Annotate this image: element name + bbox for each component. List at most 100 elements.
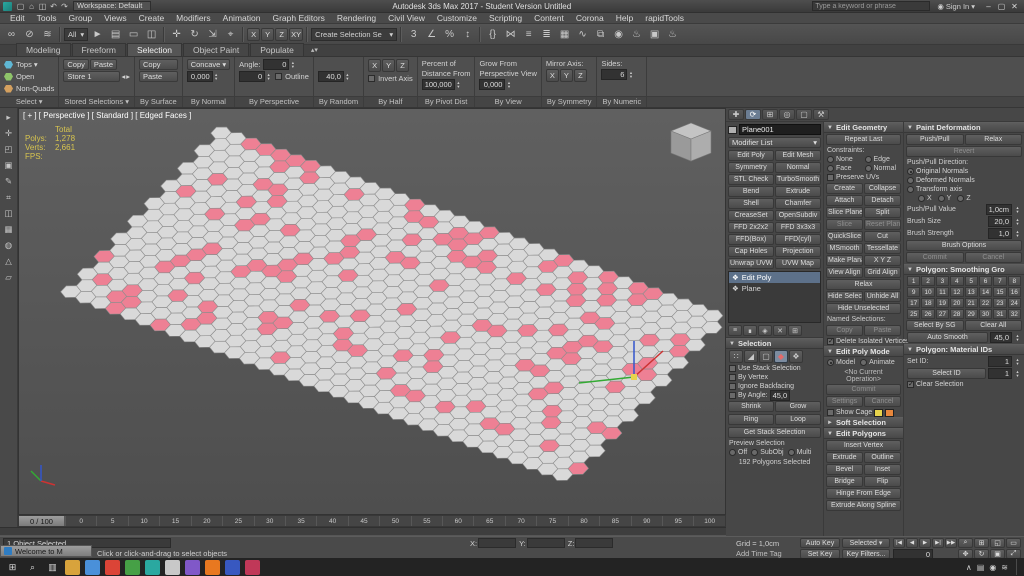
shrink-button[interactable]: Shrink xyxy=(728,401,774,412)
menu-item[interactable]: Customize xyxy=(431,13,483,23)
app-icon[interactable] xyxy=(225,559,240,575)
checkbox[interactable] xyxy=(827,174,834,181)
render-setup-icon[interactable]: ♨ xyxy=(628,26,645,43)
tray-icon[interactable]: ▤ xyxy=(977,563,985,572)
left-toolbar-icon[interactable]: ◫ xyxy=(2,207,16,220)
smoothing-group-button[interactable]: 1 xyxy=(907,276,921,286)
select-and-link-icon[interactable]: ∞ xyxy=(3,26,20,43)
edit-geometry-button[interactable]: Split xyxy=(864,207,901,218)
smoothing-group-button[interactable]: 4 xyxy=(950,276,964,286)
schematic-view-icon[interactable]: ⧉ xyxy=(592,26,609,43)
previous-frame-button[interactable]: ◀ xyxy=(906,538,918,548)
auto-key-button[interactable]: Auto Key xyxy=(800,538,840,548)
model-mode-radio[interactable]: Model xyxy=(827,358,855,367)
modifier-button[interactable]: Edit Poly xyxy=(728,150,774,161)
ribbon-panel-title[interactable]: By Random xyxy=(313,96,364,107)
smoothing-group-button[interactable]: 13 xyxy=(964,287,978,297)
smoothing-group-button[interactable]: 11 xyxy=(935,287,950,297)
selection-checkbox-row[interactable]: By Vertex xyxy=(726,373,823,382)
menu-item[interactable]: Graph Editors xyxy=(266,13,330,23)
smoothing-group-button[interactable]: 9 xyxy=(907,287,921,297)
zoom-all-icon[interactable]: ⊞ xyxy=(974,538,989,548)
undo-icon[interactable]: ↶ xyxy=(48,1,59,12)
app-icon[interactable] xyxy=(185,559,200,575)
app-icon[interactable] xyxy=(205,559,220,575)
half-axis-button[interactable]: X xyxy=(368,59,382,72)
object-color-swatch[interactable] xyxy=(728,125,737,134)
tray-icon[interactable]: ≋ xyxy=(1001,563,1008,572)
ribbon-tab[interactable]: Selection xyxy=(126,43,182,56)
go-to-start-button[interactable]: |◀ xyxy=(893,538,905,548)
clear-all-button[interactable]: Clear All xyxy=(964,320,1022,331)
smoothing-group-button[interactable]: 22 xyxy=(978,298,993,308)
minimize-button[interactable]: – xyxy=(982,1,995,12)
mirror-icon[interactable]: ⋈ xyxy=(502,26,519,43)
ribbon-panel-title[interactable]: By View xyxy=(475,96,541,107)
menu-item[interactable]: Corona xyxy=(570,13,610,23)
paint-spinner-row[interactable]: Brush Strength 1,0 ▴ ▾ xyxy=(907,228,1021,239)
insert-vertex-button[interactable]: Insert Vertex xyxy=(826,440,901,451)
left-toolbar-icon[interactable]: ◰ xyxy=(2,143,16,156)
deformed-normals-radio[interactable]: Deformed Normals xyxy=(904,176,1024,185)
modifier-button[interactable]: UVW Map xyxy=(775,258,821,269)
get-stack-selection-button[interactable]: Get Stack Selection xyxy=(728,427,821,438)
left-toolbar-icon[interactable]: ▦ xyxy=(2,223,16,236)
edit-geometry-button[interactable]: Slice Plane xyxy=(826,207,863,218)
perspective-viewport[interactable]: [ + ] [ Perspective ] [ Standard ] [ Edg… xyxy=(18,108,726,515)
smoothing-group-button[interactable]: 27 xyxy=(935,309,950,319)
select-id-button[interactable]: Select ID xyxy=(907,368,986,379)
layer-manager-icon[interactable]: ≣ xyxy=(538,26,555,43)
menu-item[interactable]: Views xyxy=(98,13,133,23)
coordinate-field[interactable]: X: xyxy=(470,538,517,548)
modifier-button[interactable]: Normal xyxy=(775,162,821,173)
set-id-spinner[interactable]: 1 xyxy=(988,356,1012,367)
zoom-extents-icon[interactable]: ◱ xyxy=(990,538,1005,548)
show-cage-row[interactable]: Show Cage xyxy=(824,408,903,417)
by-angle-row[interactable]: By Angle: 45,0 xyxy=(726,390,823,401)
zoom-icon[interactable]: ⌕ xyxy=(958,538,973,548)
checkbox[interactable] xyxy=(729,374,736,381)
start-button[interactable]: ⊞ xyxy=(5,560,20,575)
auto-smooth-spinner[interactable]: 45,0 xyxy=(990,332,1012,343)
named-selection-set-combobox[interactable]: Create Selection Se ▾ xyxy=(311,27,398,41)
align-icon[interactable]: ≡ xyxy=(520,26,537,43)
smoothing-group-button[interactable]: 2 xyxy=(921,276,935,286)
menu-item[interactable]: Modifiers xyxy=(170,13,216,23)
edit-geometry-button[interactable]: Tessellate xyxy=(864,243,901,254)
modifier-stack[interactable]: ❖ Edit Poly ❖ Plane xyxy=(728,271,821,323)
preview-selection-radio[interactable]: SubObj xyxy=(751,448,784,457)
modifier-button[interactable]: TurboSmooth xyxy=(775,174,821,185)
axis-constraint-button[interactable]: XY xyxy=(289,27,304,41)
checkbox[interactable] xyxy=(907,380,914,388)
left-toolbar-icon[interactable]: ▣ xyxy=(2,159,16,172)
polygon-mode-icon[interactable]: ◆ xyxy=(774,350,788,363)
modifier-stack-row[interactable]: ❖ Plane xyxy=(729,283,820,294)
constraint-radio[interactable]: Face xyxy=(827,164,863,173)
edit-geometry-rollout-header[interactable]: ▼ Edit Geometry xyxy=(824,122,903,133)
left-toolbar-icon[interactable]: ✛ xyxy=(2,127,16,140)
sides-spinner[interactable]: 6 ▴ ▾ xyxy=(601,69,642,80)
edit-polygons-button[interactable]: Outline xyxy=(864,452,901,463)
hinge-from-edge-button[interactable]: Hinge From Edge xyxy=(826,488,901,499)
app-icon[interactable] xyxy=(105,559,120,575)
outline-checkbox[interactable] xyxy=(275,73,283,80)
relax-button[interactable]: Relax xyxy=(826,279,901,290)
smoothing-group-button[interactable]: 25 xyxy=(907,309,921,319)
settings-button[interactable]: Settings xyxy=(826,396,863,407)
make-unique-icon[interactable]: ◈ xyxy=(758,325,772,336)
copy-button[interactable]: Copy xyxy=(63,59,89,70)
menu-item[interactable]: Rendering xyxy=(331,13,382,23)
smoothing-group-button[interactable]: 29 xyxy=(964,309,978,319)
menu-item[interactable]: Civil View xyxy=(382,13,431,23)
modifier-button[interactable]: Cap Holes xyxy=(728,246,774,257)
smoothing-group-button[interactable]: 6 xyxy=(978,276,993,286)
left-toolbar-icon[interactable]: ▱ xyxy=(2,271,16,284)
smoothing-group-button[interactable]: 3 xyxy=(935,276,950,286)
next-frame-button[interactable]: ▶| xyxy=(932,538,944,548)
ribbon-panel-title[interactable]: By Half xyxy=(364,96,417,107)
timeline-ruler[interactable]: 0 5 10 15 20 25 30 35 40 45 50 55 60 65 70 75 80 85 90 95 10… xyxy=(65,516,725,526)
edit-geometry-button[interactable]: Detach xyxy=(864,195,901,206)
hierarchy-tab-icon[interactable]: ⊞ xyxy=(762,109,778,120)
paint-cancel-button[interactable]: Cancel xyxy=(964,252,1022,263)
modifier-list-dropdown[interactable]: Modifier List ▾ xyxy=(728,137,821,148)
